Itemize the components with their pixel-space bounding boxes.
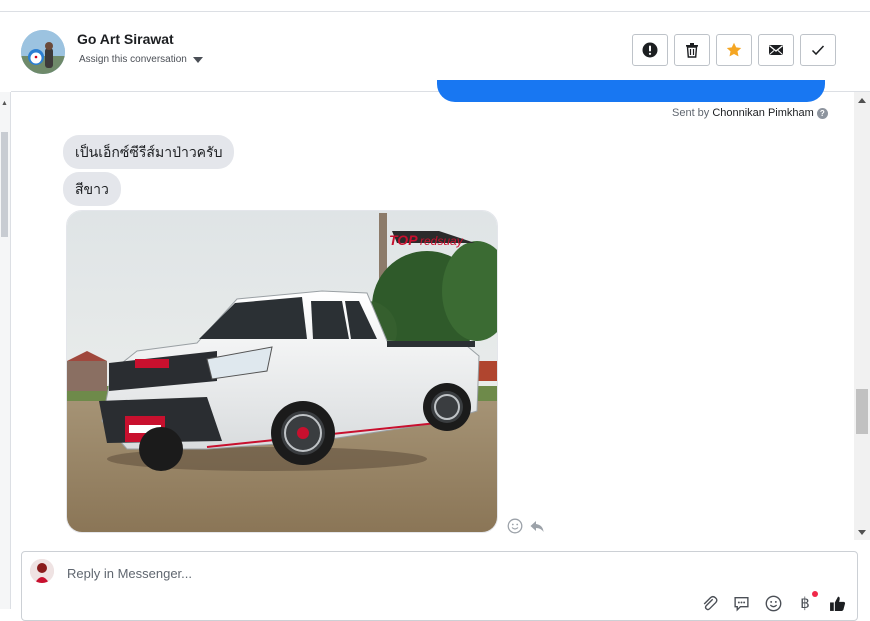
- left-scrollbar[interactable]: ▲: [0, 92, 11, 609]
- mark-unread-button[interactable]: [758, 34, 794, 66]
- svg-text:redsuay: redsuay: [420, 234, 464, 248]
- emoji-reaction-icon[interactable]: [507, 518, 523, 534]
- sent-by-prefix: Sent by: [672, 107, 710, 119]
- assign-label: Assign this conversation: [79, 54, 187, 65]
- notification-dot: [812, 591, 818, 597]
- emoji-button[interactable]: [764, 594, 782, 612]
- outgoing-message-bubble[interactable]: [437, 80, 825, 102]
- composer-toolbar: ฿: [700, 591, 846, 612]
- check-icon: [811, 45, 825, 56]
- contact-name[interactable]: Go Art Sirawat: [77, 31, 174, 47]
- incoming-message-bubble[interactable]: เป็นเอ็กซ์ซีรีส์มาป่าวครับ: [63, 135, 235, 169]
- delete-button[interactable]: [674, 34, 710, 66]
- conversation-actions: [632, 34, 836, 66]
- contact-avatar[interactable]: [21, 30, 65, 74]
- mark-done-button[interactable]: [800, 34, 836, 66]
- scroll-up-arrow-icon[interactable]: [858, 98, 866, 103]
- help-icon[interactable]: ?: [816, 107, 828, 119]
- svg-text:TOP: TOP: [389, 232, 418, 248]
- attach-button[interactable]: [700, 594, 718, 612]
- alert-circle-icon: [642, 42, 658, 58]
- assign-conversation-dropdown[interactable]: Assign this conversation: [79, 54, 203, 65]
- page-avatar: [30, 559, 54, 583]
- left-scroll-thumb[interactable]: [1, 132, 8, 237]
- like-button[interactable]: [828, 594, 846, 612]
- right-scrollbar[interactable]: [854, 92, 870, 540]
- saved-replies-button[interactable]: [732, 594, 750, 612]
- envelope-icon: [769, 45, 783, 55]
- payment-button[interactable]: ฿: [796, 591, 818, 612]
- reply-composer: ฿: [21, 551, 858, 621]
- message-actions: [507, 518, 545, 534]
- chevron-down-icon: [192, 56, 203, 63]
- baht-payment-icon: ฿: [800, 594, 810, 612]
- incoming-message-bubble[interactable]: สีขาว: [63, 172, 121, 206]
- scroll-up-icon[interactable]: ▲: [1, 100, 8, 107]
- incoming-photo[interactable]: TOP redsuay: [66, 210, 498, 533]
- sent-by-label: Sent by Chonnikan Pimkham ?: [672, 107, 828, 119]
- right-scroll-thumb[interactable]: [856, 389, 868, 434]
- trash-icon: [686, 43, 698, 58]
- follow-up-button[interactable]: [716, 34, 752, 66]
- scroll-down-arrow-icon[interactable]: [858, 530, 866, 535]
- spam-button[interactable]: [632, 34, 668, 66]
- reply-input[interactable]: [65, 562, 769, 584]
- sent-by-name: Chonnikan Pimkham: [712, 107, 814, 119]
- star-icon: [726, 42, 742, 57]
- reply-icon[interactable]: [529, 518, 545, 534]
